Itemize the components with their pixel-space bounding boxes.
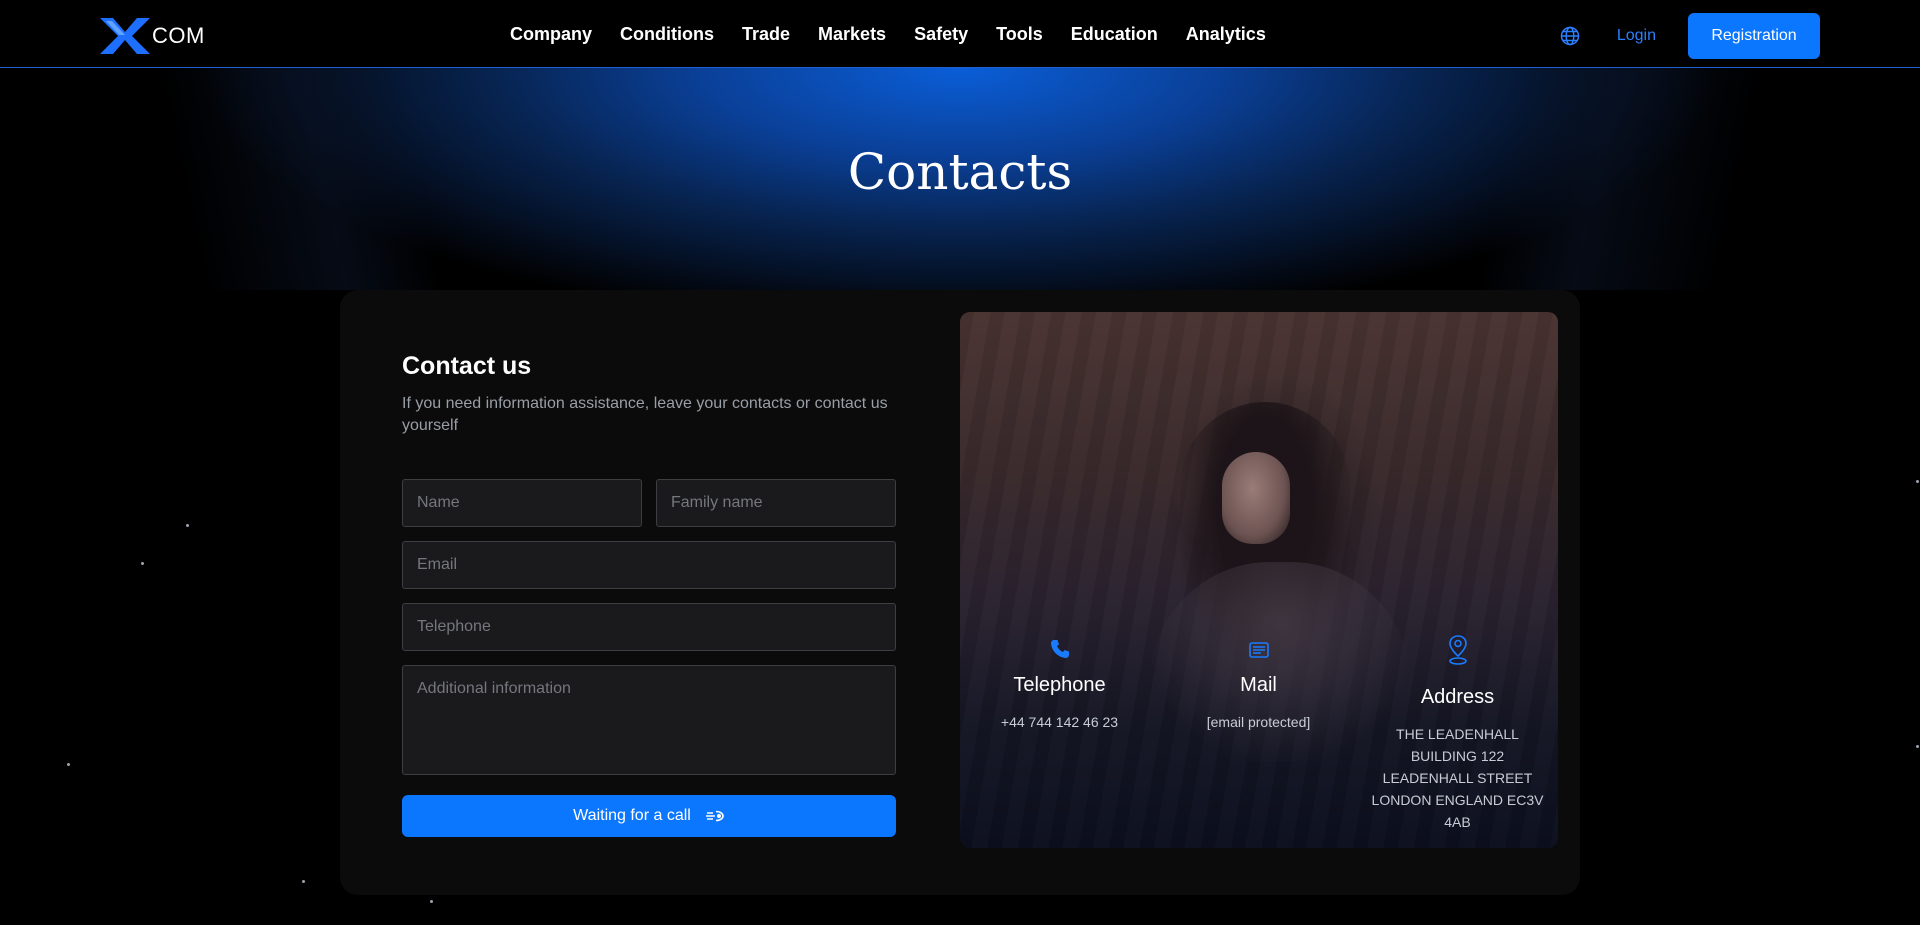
phone-icon xyxy=(1050,640,1069,658)
logo-text: COM xyxy=(152,23,205,48)
hero-banner: Contacts xyxy=(0,68,1920,290)
nav-safety[interactable]: Safety xyxy=(914,24,968,45)
email-input[interactable] xyxy=(402,541,896,589)
telephone-info: Telephone +44 744 142 46 23 xyxy=(960,630,1159,833)
telephone-value[interactable]: +44 744 142 46 23 xyxy=(1001,711,1118,733)
mail-info: Mail [email protected] xyxy=(1159,630,1358,833)
location-pin-icon xyxy=(1448,635,1467,665)
contact-info-panel: Telephone +44 744 142 46 23 Mail [email … xyxy=(960,312,1558,848)
family-name-input[interactable] xyxy=(656,479,896,527)
contact-description: If you need information assistance, leav… xyxy=(402,395,888,434)
telephone-label: Telephone xyxy=(1013,674,1106,696)
x-logo-icon xyxy=(100,18,150,54)
nav-education[interactable]: Education xyxy=(1071,24,1158,45)
nav-tools[interactable]: Tools xyxy=(996,24,1043,45)
mail-label: Mail xyxy=(1240,674,1277,696)
nav-company[interactable]: Company xyxy=(510,24,592,45)
telephone-input[interactable] xyxy=(402,603,896,651)
submit-label: Waiting for a call xyxy=(573,807,691,824)
nav-markets[interactable]: Markets xyxy=(818,24,886,45)
contact-title: Contact us xyxy=(402,352,532,380)
mail-value[interactable]: [email protected] xyxy=(1207,711,1311,733)
address-value: THE LEADENHALL BUILDING 122 LEADENHALL S… xyxy=(1371,726,1544,830)
site-logo[interactable]: COM xyxy=(100,18,205,54)
additional-info-textarea[interactable] xyxy=(402,665,896,775)
registration-button[interactable]: Registration xyxy=(1688,13,1820,59)
phone-wave-icon xyxy=(705,810,724,822)
nav-conditions[interactable]: Conditions xyxy=(620,24,714,45)
page-title: Contacts xyxy=(847,143,1073,201)
contact-card: Contact us If you need information assis… xyxy=(340,290,1580,895)
address-info: Address THE LEADENHALL BUILDING 122 LEAD… xyxy=(1358,630,1557,833)
contact-form: Contact us If you need information assis… xyxy=(402,352,896,837)
globe-icon[interactable] xyxy=(1559,25,1581,47)
mail-icon xyxy=(1248,642,1269,658)
address-label: Address xyxy=(1420,686,1495,708)
name-input[interactable] xyxy=(402,479,642,527)
main-nav: Company Conditions Trade Markets Safety … xyxy=(510,0,1266,68)
login-link[interactable]: Login xyxy=(1617,27,1656,45)
top-navbar: COM Company Conditions Trade Markets Saf… xyxy=(0,0,1920,68)
nav-trade[interactable]: Trade xyxy=(742,24,790,45)
waiting-for-call-button[interactable]: Waiting for a call xyxy=(402,795,896,837)
header-actions: Login Registration xyxy=(1559,13,1820,59)
nav-analytics[interactable]: Analytics xyxy=(1186,24,1266,45)
